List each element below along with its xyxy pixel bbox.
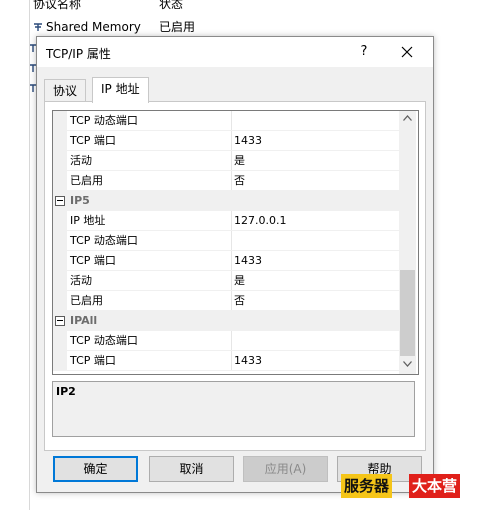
tcpip-properties-dialog: TCP/IP 属性 ? 协议 IP 地址 TCP 动态端口 TCP 端口 1433 活… — [36, 36, 434, 493]
row-gutter — [53, 331, 67, 351]
property-row[interactable]: 活动 是 — [53, 271, 399, 291]
row-gutter — [53, 211, 67, 231]
property-name: TCP 端口 — [70, 254, 116, 267]
row-gutter — [53, 351, 67, 371]
property-grid: TCP 动态端口 TCP 端口 1433 活动是已启用否 IP5 IP 地址 127.0.0… — [52, 110, 419, 375]
property-category[interactable]: IPAll — [53, 311, 399, 331]
property-name: 活动 — [70, 154, 92, 167]
property-row[interactable]: TCP 动态端口 — [53, 331, 399, 351]
column-header-protocol-name[interactable]: 协议名称 — [33, 0, 81, 14]
column-separator — [231, 171, 232, 191]
property-name: TCP 端口 — [70, 354, 116, 367]
column-separator — [231, 331, 232, 351]
collapse-toggle-icon[interactable] — [55, 316, 65, 326]
row-gutter — [53, 131, 67, 151]
property-value[interactable]: 127.0.0.1 — [234, 211, 286, 231]
collapse-toggle-icon[interactable] — [55, 196, 65, 206]
property-value[interactable]: 否 — [234, 171, 245, 191]
property-description-box: IP2 — [52, 381, 415, 437]
property-row[interactable]: 已启用 否 — [53, 291, 399, 311]
property-row[interactable]: TCP 端口 1433 — [53, 351, 399, 371]
property-row[interactable]: TCP 端口 1433 — [53, 251, 399, 271]
scroll-up-icon[interactable] — [399, 111, 416, 128]
row-gutter — [53, 251, 67, 271]
column-separator — [231, 271, 232, 291]
protocol-status: 已启用 — [159, 20, 196, 34]
list-divider — [29, 0, 30, 510]
column-separator — [231, 151, 232, 171]
property-row[interactable]: 已启用 否 — [53, 171, 399, 191]
cancel-button[interactable]: 取消 — [149, 456, 234, 482]
property-value[interactable]: 1433 — [234, 351, 262, 371]
dialog-title: TCP/IP 属性 — [46, 47, 111, 61]
scroll-down-icon[interactable] — [399, 357, 416, 374]
vertical-scrollbar[interactable] — [399, 111, 416, 374]
property-value[interactable]: 1433 — [234, 251, 262, 271]
row-gutter — [53, 111, 67, 131]
property-name: TCP 动态端口 — [70, 334, 138, 347]
protocol-icon — [33, 18, 43, 31]
tab-protocol[interactable]: 协议 — [44, 79, 87, 102]
description-title: IP2 — [56, 385, 76, 398]
dialog-titlebar[interactable]: TCP/IP 属性 ? — [37, 37, 433, 67]
column-separator — [231, 131, 232, 151]
list-item-shared-memory[interactable]: Shared Memory — [33, 17, 141, 37]
property-name: 已启用 — [70, 294, 103, 307]
protocol-name: Shared Memory — [46, 20, 141, 34]
column-separator — [231, 251, 232, 271]
property-value[interactable]: 否 — [234, 291, 245, 311]
column-separator — [231, 351, 232, 371]
help-icon[interactable]: ? — [355, 43, 373, 61]
column-header-status[interactable]: 状态 — [159, 0, 183, 14]
column-separator — [231, 291, 232, 311]
property-category[interactable]: IP5 — [53, 191, 399, 211]
row-gutter — [53, 291, 67, 311]
property-row[interactable]: 活动 是 — [53, 151, 399, 171]
property-row[interactable]: TCP 端口 1433 — [53, 131, 399, 151]
apply-button[interactable]: 应用(A) — [243, 456, 328, 482]
property-name: 活动 — [70, 274, 92, 287]
property-name: IP 地址 — [70, 214, 106, 227]
row-gutter — [53, 171, 67, 191]
ok-button[interactable]: 确定 — [53, 456, 138, 482]
tab-panel-ip-addresses: TCP 动态端口 TCP 端口 1433 活动是已启用否 IP5 IP 地址 127.0.0… — [44, 101, 426, 451]
tab-ip-addresses[interactable]: IP 地址 — [92, 77, 149, 103]
row-gutter — [53, 231, 67, 251]
property-name: TCP 端口 — [70, 134, 116, 147]
property-row[interactable]: IP 地址 127.0.0.1 — [53, 211, 399, 231]
watermark-text-1: 服务器 — [341, 474, 393, 498]
property-name: TCP 动态端口 — [70, 234, 138, 247]
category-label: IP5 — [70, 194, 90, 207]
property-name: 已启用 — [70, 174, 103, 187]
category-label: IPAll — [70, 314, 98, 327]
close-button[interactable] — [397, 42, 417, 62]
watermark-text-2: 大本营 — [409, 474, 461, 498]
property-row[interactable]: TCP 动态端口 — [53, 231, 399, 251]
property-value[interactable]: 是 — [234, 271, 245, 291]
column-separator — [231, 231, 232, 251]
row-gutter — [53, 151, 67, 171]
scroll-thumb[interactable] — [400, 270, 415, 356]
column-separator — [231, 211, 232, 231]
row-divider — [67, 370, 399, 371]
row-gutter — [53, 271, 67, 291]
column-separator — [231, 111, 232, 131]
close-icon — [401, 46, 413, 58]
property-value[interactable]: 是 — [234, 151, 245, 171]
property-name: TCP 动态端口 — [70, 114, 138, 127]
property-row[interactable]: TCP 动态端口 — [53, 111, 399, 131]
property-value[interactable]: 1433 — [234, 131, 262, 151]
